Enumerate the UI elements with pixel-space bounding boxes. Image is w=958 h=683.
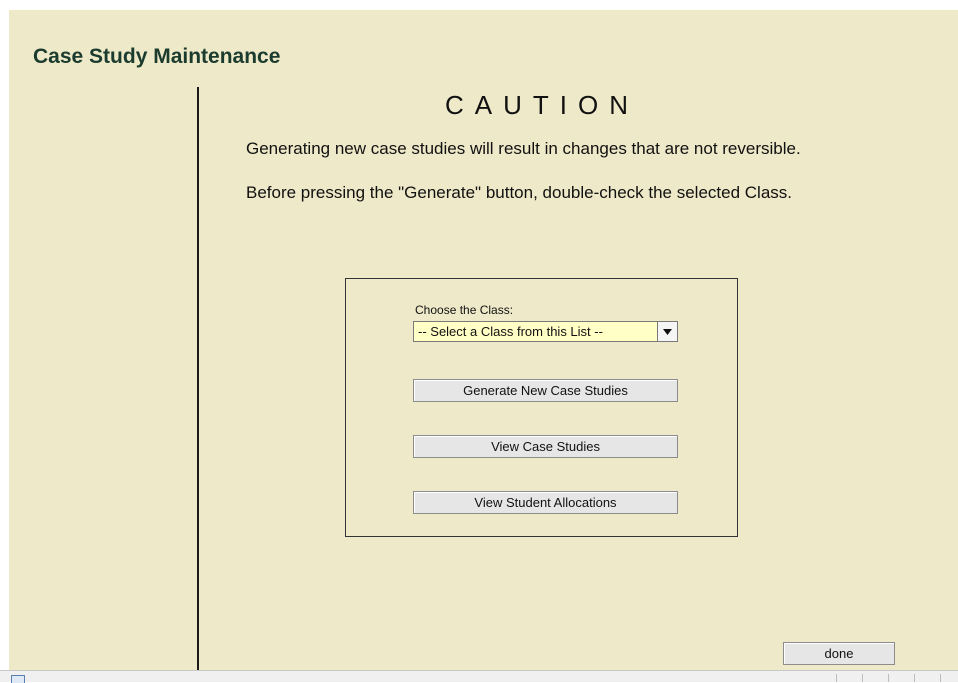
class-select[interactable]: -- Select a Class from this List -- xyxy=(413,321,678,342)
vertical-divider xyxy=(197,87,199,670)
class-actions-panel: Choose the Class: -- Select a Class from… xyxy=(345,278,738,537)
warning-message-double-check: Before pressing the "Generate" button, d… xyxy=(246,183,793,202)
warning-message-irreversible: Generating new case studies will result … xyxy=(246,139,801,158)
caution-heading: CAUTION xyxy=(445,90,639,120)
page-icon xyxy=(11,675,25,683)
status-bar xyxy=(0,670,958,683)
page-title: Case Study Maintenance xyxy=(33,45,281,68)
chevron-down-glyph xyxy=(663,328,672,335)
view-student-allocations-button[interactable]: View Student Allocations xyxy=(413,491,678,514)
done-button[interactable]: done xyxy=(783,642,895,665)
chevron-down-icon[interactable] xyxy=(657,322,677,341)
class-select-value: -- Select a Class from this List -- xyxy=(418,324,603,339)
generate-case-studies-button[interactable]: Generate New Case Studies xyxy=(413,379,678,402)
app-frame: Case Study Maintenance CAUTION Generatin… xyxy=(9,10,958,670)
view-case-studies-button[interactable]: View Case Studies xyxy=(413,435,678,458)
class-select-label: Choose the Class: xyxy=(415,303,514,317)
